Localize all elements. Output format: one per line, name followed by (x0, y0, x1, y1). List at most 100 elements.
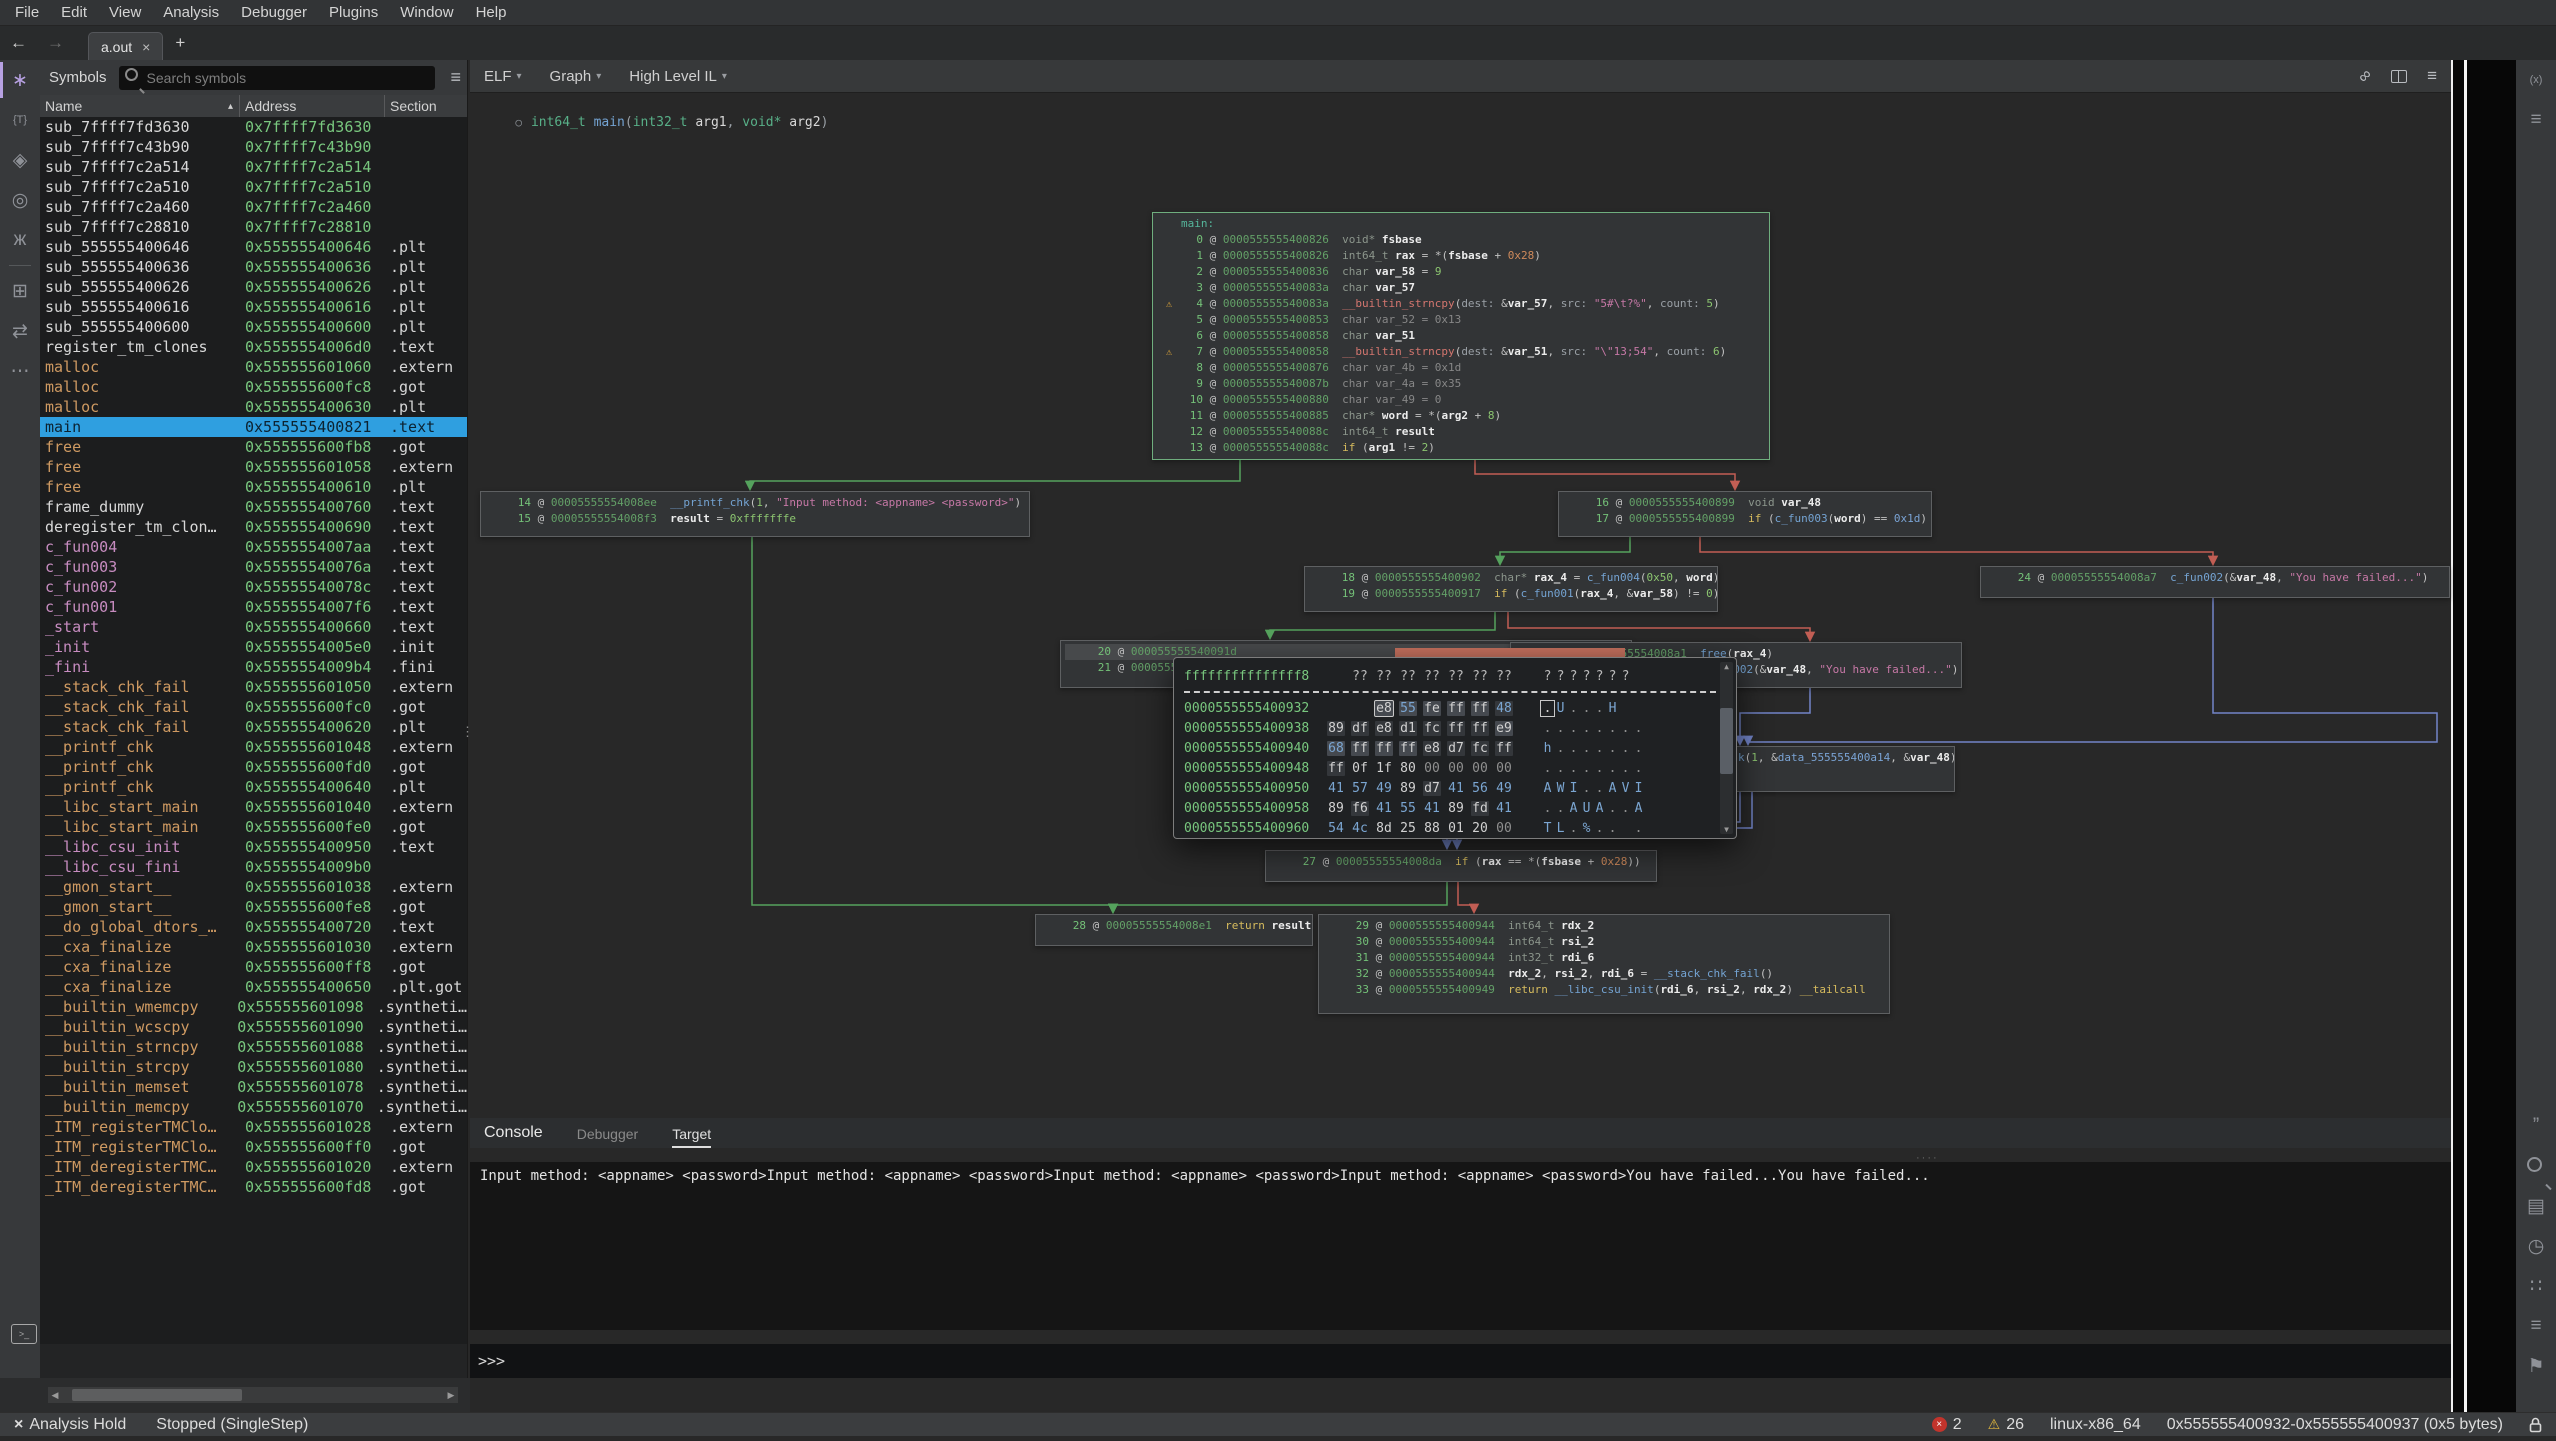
hex-row[interactable]: 000055555540093889dfe8d1fcffffe9........ (1184, 718, 1716, 738)
symbol-row[interactable]: sub_5555554006260x555555400626.plt (40, 277, 467, 297)
hex-byte[interactable]: 49 (1375, 781, 1393, 796)
hex-ascii-char[interactable]: . (1619, 801, 1632, 816)
hex-ascii-char[interactable]: H (1606, 701, 1619, 716)
symbol-row[interactable]: malloc0x555555400630.plt (40, 397, 467, 417)
file-type-dropdown[interactable]: ELF▾ (484, 68, 522, 85)
hex-scrollbar-thumb[interactable] (1720, 708, 1733, 774)
symbol-row[interactable]: _start0x555555400660.text (40, 617, 467, 637)
column-header-name[interactable]: Name▴ (40, 95, 240, 117)
scroll-up-icon[interactable]: ▲ (1724, 662, 1729, 671)
il-line[interactable]: 15 @ 00005555554008f3 result = 0xfffffff… (485, 511, 1023, 527)
sidebar-memory-map-icon[interactable]: ◎ (0, 180, 40, 220)
hex-byte[interactable]: 41 (1327, 781, 1345, 796)
hex-byte[interactable]: d7 (1423, 781, 1441, 796)
il-line[interactable]: 29 @ 0000555555400944 int64_t rdx_2 (1323, 918, 1883, 934)
sidebar-more-icon[interactable]: ⋯ (0, 351, 40, 391)
hex-ascii-char[interactable]: . (1541, 761, 1554, 776)
hex-byte[interactable]: 68 (1327, 741, 1345, 756)
il-line[interactable]: 33 @ 0000555555400949 return __libc_csu_… (1323, 982, 1883, 998)
hex-byte[interactable]: ff (1447, 701, 1465, 716)
symbol-row[interactable]: main0x555555400821.text (40, 417, 467, 437)
hex-byte[interactable]: 00 (1423, 761, 1441, 776)
sidebar-stack-icon[interactable]: ≡ (2516, 100, 2556, 140)
hex-ascii-char[interactable]: . (1619, 721, 1632, 736)
graph-splitter-handle[interactable]: ···· (1916, 1152, 1939, 1164)
il-line[interactable]: 16 @ 0000555555400899 void var_48 (1563, 495, 1925, 511)
sidebar-find-icon[interactable] (2516, 1146, 2556, 1186)
tab-console[interactable]: Console (484, 1124, 543, 1148)
symbol-row[interactable]: _ITM_registerTMClo…0x555555601028.extern (40, 1117, 467, 1137)
hex-ascii-char[interactable]: U (1554, 701, 1567, 716)
menu-analysis[interactable]: Analysis (152, 4, 230, 21)
hex-byte[interactable]: e8 (1375, 721, 1393, 736)
hex-byte[interactable]: ff (1327, 761, 1345, 776)
column-header-section[interactable]: Section (385, 95, 467, 117)
hex-byte[interactable]: fe (1423, 701, 1441, 716)
symbol-row[interactable]: sub_7ffff7c2a5100x7ffff7c2a510 (40, 177, 467, 197)
symbol-row[interactable]: __cxa_finalize0x555555601030.extern (40, 937, 467, 957)
hex-ascii-char[interactable]: . (1606, 821, 1619, 836)
forward-arrow-icon[interactable]: → (37, 33, 74, 53)
hex-ascii-char[interactable]: A (1606, 781, 1619, 796)
hex-byte[interactable]: 48 (1495, 701, 1513, 716)
hex-byte[interactable]: ff (1375, 741, 1393, 756)
hex-byte[interactable]: fc (1423, 721, 1441, 736)
hex-ascii-char[interactable]: I (1632, 781, 1645, 796)
il-line[interactable]: 32 @ 0000555555400944 rdx_2, rsi_2, rdi_… (1323, 966, 1883, 982)
il-line[interactable]: ⚠7 @ 0000555555400858 __builtin_strncpy(… (1157, 344, 1763, 360)
symbol-row[interactable]: malloc0x555555600fc8.got (40, 377, 467, 397)
symbol-row[interactable]: deregister_tm_clon…0x555555400690.text (40, 517, 467, 537)
il-line[interactable]: 30 @ 0000555555400944 int64_t rsi_2 (1323, 934, 1883, 950)
hex-byte[interactable]: 89 (1327, 801, 1345, 816)
il-line[interactable]: 9 @ 000055555540087b char var_4a = 0x35 (1157, 376, 1763, 392)
sync-link-icon[interactable]: ∞ (2354, 65, 2377, 88)
hex-ascii-char[interactable]: . (1541, 701, 1554, 716)
symbol-row[interactable]: c_fun0020x55555540078c.text (40, 577, 467, 597)
hex-byte[interactable]: 80 (1399, 761, 1417, 776)
symbol-row[interactable]: free0x555555601058.extern (40, 457, 467, 477)
il-line[interactable]: 0 @ 0000555555400826 void* fsbase (1157, 232, 1763, 248)
il-line[interactable]: 6 @ 0000555555400858 char var_51 (1157, 328, 1763, 344)
hex-byte[interactable]: ff (1471, 701, 1489, 716)
symbol-row[interactable]: sub_7ffff7c2a4600x7ffff7c2a460 (40, 197, 467, 217)
hex-ascii-char[interactable]: I (1567, 781, 1580, 796)
hex-byte[interactable]: 41 (1375, 801, 1393, 816)
hex-ascii-char[interactable]: . (1593, 701, 1606, 716)
hex-ascii-char[interactable]: . (1606, 761, 1619, 776)
back-arrow-icon[interactable]: ← (0, 33, 37, 53)
terminal-icon[interactable]: >_ (11, 1324, 37, 1344)
symbol-search-box[interactable] (119, 66, 435, 90)
hex-ascii-char[interactable]: A (1567, 801, 1580, 816)
hex-byte[interactable]: 41 (1423, 801, 1441, 816)
graph-node-b24[interactable]: 24 @ 00005555554008a7 c_fun002(&var_48, … (1980, 566, 2450, 598)
hex-byte[interactable]: 4c (1351, 821, 1369, 836)
hex-ascii-char[interactable]: . (1593, 821, 1606, 836)
hex-byte[interactable]: 56 (1471, 781, 1489, 796)
hex-byte[interactable]: e8 (1375, 701, 1393, 716)
il-line[interactable]: 28 @ 00005555554008e1 return result (1040, 918, 1306, 934)
symbol-row[interactable]: sub_5555554006360x555555400636.plt (40, 257, 467, 277)
split-view-icon[interactable] (2391, 70, 2407, 83)
il-line[interactable]: 18 @ 0000555555400902 char* rax_4 = c_fu… (1309, 570, 1711, 586)
symbol-row[interactable]: sub_7ffff7fd36300x7ffff7fd3630 (40, 117, 467, 137)
hex-byte[interactable]: fc (1471, 741, 1489, 756)
hex-byte[interactable]: 49 (1495, 781, 1513, 796)
graph-node-b14[interactable]: 14 @ 00005555554008ee __printf_chk(1, "I… (480, 491, 1030, 537)
symbol-row[interactable]: free0x555555400610.plt (40, 477, 467, 497)
hex-byte[interactable]: ff (1495, 741, 1513, 756)
sidebar-history-icon[interactable]: ◷ (2516, 1226, 2556, 1266)
hex-ascii-char[interactable]: . (1593, 781, 1606, 796)
python-console-input[interactable] (505, 1351, 2451, 1371)
symbol-row[interactable]: free0x555555600fb8.got (40, 437, 467, 457)
hex-ascii-char[interactable]: V (1619, 781, 1632, 796)
symbol-row[interactable]: _fini0x5555554009b4.fini (40, 657, 467, 677)
hex-ascii-char[interactable]: . (1593, 721, 1606, 736)
hex-ascii-char[interactable]: . (1541, 801, 1554, 816)
hex-ascii-char[interactable]: . (1567, 821, 1580, 836)
il-line[interactable]: 8 @ 0000555555400876 char var_4b = 0x1d (1157, 360, 1763, 376)
il-line[interactable]: 11 @ 0000555555400885 char* word = *(arg… (1157, 408, 1763, 424)
sidebar-mini-graph-icon[interactable]: ⊞ (0, 271, 40, 311)
hex-byte[interactable]: fd (1471, 801, 1489, 816)
menu-edit[interactable]: Edit (50, 4, 98, 21)
symbol-row[interactable]: _ITM_registerTMClo…0x555555600ff0.got (40, 1137, 467, 1157)
